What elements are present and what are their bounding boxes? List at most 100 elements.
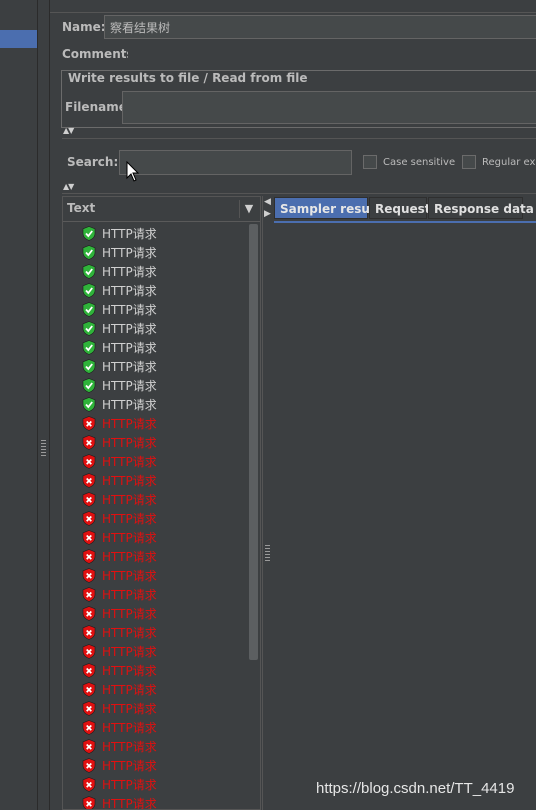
tree-row-label: HTTP请求 [102,284,157,298]
tree-row-label: HTTP请求 [102,474,157,488]
failure-shield-icon [82,739,96,754]
tree-row[interactable]: HTTP请求 [81,566,246,585]
tree-row[interactable]: HTTP请求 [81,490,246,509]
case-sensitive-checkbox[interactable] [363,155,377,169]
failure-shield-icon [82,663,96,678]
search-input[interactable] [119,150,352,175]
tree-row[interactable]: HTTP请求 [81,661,246,680]
tab-request[interactable]: Request [369,197,431,219]
title-divider [50,12,536,13]
failure-shield-icon [82,644,96,659]
tree-row[interactable]: HTTP请求 [81,528,246,547]
case-sensitive-label: Case sensitive [383,157,456,168]
watermark: https://blog.csdn.net/TT_4419 [316,780,515,797]
failure-shield-icon [82,530,96,545]
comments-label: Comments: [62,47,139,61]
tree-row[interactable]: HTTP请求 [81,414,246,433]
tree-row-label: HTTP请求 [102,436,157,450]
tree-row[interactable]: HTTP请求 [81,509,246,528]
left-test-plan-tree[interactable] [0,0,38,810]
splitter-grip-icon-2 [265,545,270,561]
tab-response-data[interactable]: Response data [428,197,534,219]
tree-row-label: HTTP请求 [102,778,157,792]
tree-row[interactable]: HTTP请求 [81,718,246,737]
tree-row[interactable]: HTTP请求 [81,471,246,490]
tree-row[interactable]: HTTP请求 [81,262,246,281]
tree-row[interactable]: HTTP请求 [81,680,246,699]
tree-row[interactable]: HTTP请求 [81,319,246,338]
tree-row-label: HTTP请求 [102,569,157,583]
tree-row[interactable]: HTTP请求 [81,376,246,395]
left-splitter[interactable] [38,0,50,810]
failure-shield-icon [82,473,96,488]
tree-row[interactable]: HTTP请求 [81,338,246,357]
tree-row[interactable]: HTTP请求 [81,357,246,376]
divider-2 [62,193,536,194]
file-panel-legend: Write results to file / Read from file [66,71,310,85]
tree-row-label: HTTP请求 [102,721,157,735]
tree-row-label: HTTP请求 [102,379,157,393]
success-shield-icon [82,226,96,241]
results-tree[interactable]: Text ▼ HTTP请求 HTTP请求 HTTP请求 HTTP请求 HTTP请求 HTT… [62,196,261,810]
failure-shield-icon [82,777,96,792]
tree-row-label: HTTP请求 [102,607,157,621]
expand-right-icon[interactable]: ▶ [264,209,271,219]
text-column-label: Text [67,201,96,215]
dropdown-arrow-icon[interactable]: ▼ [239,200,258,218]
failure-shield-icon [82,435,96,450]
tree-row-label: HTTP请求 [102,341,157,355]
tree-row[interactable]: HTTP请求 [81,585,246,604]
tree-column-header[interactable]: Text ▼ [63,197,260,222]
divider-1 [62,138,536,139]
tree-row[interactable]: HTTP请求 [81,756,246,775]
tree-row[interactable]: HTTP请求 [81,794,246,809]
name-label: Name: [62,20,106,34]
tree-row[interactable]: HTTP请求 [81,281,246,300]
collapse-arrows-icon[interactable]: ▲▼ [63,126,74,135]
failure-shield-icon [82,796,96,809]
tree-row[interactable]: HTTP请求 [81,452,246,471]
middle-splitter[interactable]: ◀ ▶ [262,196,273,810]
success-shield-icon [82,283,96,298]
tree-row[interactable]: HTTP请求 [81,642,246,661]
tree-row[interactable]: HTTP请求 [81,775,246,794]
tree-row[interactable]: HTTP请求 [81,300,246,319]
splitter-grip-icon [41,440,46,456]
tree-row[interactable]: HTTP请求 [81,395,246,414]
tree-row-label: HTTP请求 [102,664,157,678]
tree-row[interactable]: HTTP请求 [81,737,246,756]
tree-scrollbar[interactable] [249,224,258,660]
tree-row[interactable]: HTTP请求 [81,623,246,642]
filename-input[interactable] [122,91,536,124]
tree-row[interactable]: HTTP请求 [81,699,246,718]
name-input[interactable]: 察看结果树 [104,15,536,39]
tree-row[interactable]: HTTP请求 [81,547,246,566]
tree-row[interactable]: HTTP请求 [81,224,246,243]
success-shield-icon [82,397,96,412]
collapse-arrows-icon-2[interactable]: ▲▼ [63,182,74,191]
tree-row-label: HTTP请求 [102,227,157,241]
regex-checkbox[interactable] [462,155,476,169]
tree-row-label: HTTP请求 [102,417,157,431]
tab-sampler-result[interactable]: Sampler result [274,197,380,219]
tree-row[interactable]: HTTP请求 [81,243,246,262]
tree-row[interactable]: HTTP请求 [81,604,246,623]
collapse-left-icon[interactable]: ◀ [264,197,271,207]
failure-shield-icon [82,682,96,697]
failure-shield-icon [82,511,96,526]
failure-shield-icon [82,720,96,735]
tree-row-label: HTTP请求 [102,645,157,659]
tree-row-label: HTTP请求 [102,512,157,526]
tree-row-label: HTTP请求 [102,493,157,507]
failure-shield-icon [82,701,96,716]
selected-tree-node[interactable] [0,30,37,48]
mouse-cursor-icon [126,161,140,182]
success-shield-icon [82,302,96,317]
filename-label: Filename [65,100,127,114]
tree-row[interactable]: HTTP请求 [81,433,246,452]
success-shield-icon [82,245,96,260]
failure-shield-icon [82,454,96,469]
tree-row-label: HTTP请求 [102,683,157,697]
failure-shield-icon [82,549,96,564]
comments-input[interactable] [128,42,536,64]
